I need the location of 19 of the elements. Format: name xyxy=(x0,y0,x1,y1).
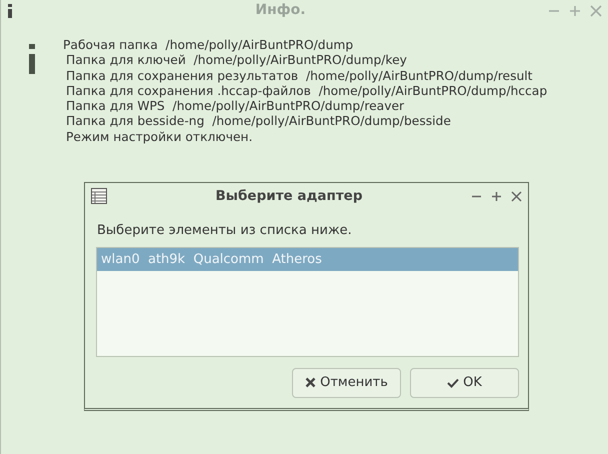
dialog-prompt: Выберите элементы из списка ниже. xyxy=(97,222,353,240)
message-line: Режим настройки отключен. xyxy=(65,130,254,146)
cross-icon xyxy=(305,377,316,388)
list-icon xyxy=(91,188,107,204)
window-title: Инфо. xyxy=(254,1,307,20)
message-line: Папка для ключей /home/polly/AirBuntPRO/dump/key xyxy=(65,53,408,69)
check-icon xyxy=(447,378,460,388)
maximize-icon[interactable] xyxy=(491,190,502,202)
info-icon xyxy=(27,44,37,74)
dialog-title: Выберите адаптер xyxy=(214,186,364,206)
cancel-button[interactable]: Отменить xyxy=(292,368,401,398)
close-icon[interactable] xyxy=(511,190,522,202)
message-line: Папка для сохранения результатов /home/polly/AirBuntPRO/dump/result xyxy=(65,68,534,84)
ok-button[interactable]: OK xyxy=(410,368,519,398)
message-line: Папка для сохранения .hccap-файлов /home/polly/AirBuntPRO/dump/hccap xyxy=(65,84,548,100)
message-line: Папка для WPS /home/polly/AirBuntPRO/dump/reaver xyxy=(65,99,406,114)
info-icon xyxy=(7,4,13,18)
message-line: Папка для besside-ng /home/polly/AirBuntPRO/dump/besside xyxy=(65,114,452,130)
message-line: Рабочая папка /home/polly/AirBuntPRO/dump xyxy=(63,38,354,54)
